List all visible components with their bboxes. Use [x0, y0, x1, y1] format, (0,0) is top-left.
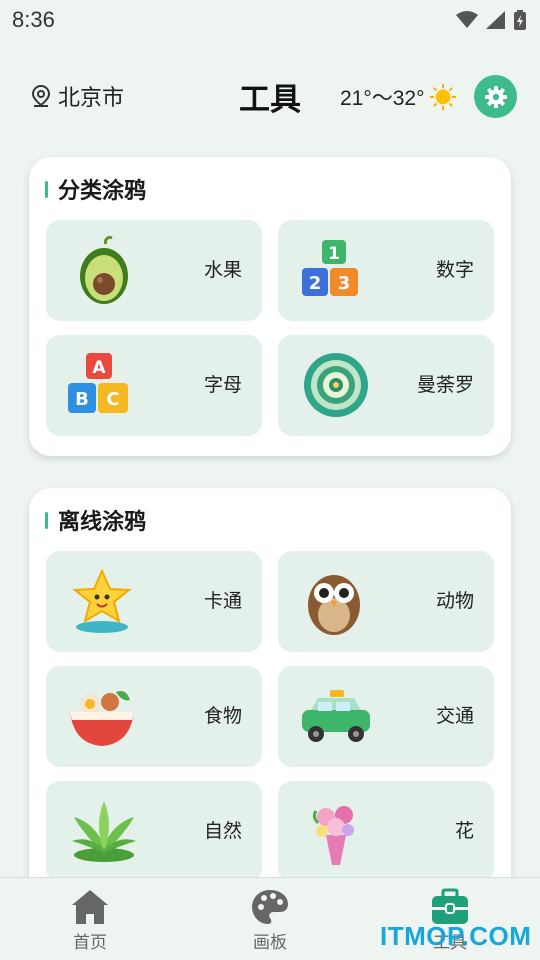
category-doodle-card: 分类涂鸦 水果 1 2 3 数字 A B C 字母 曼荼罗 [29, 157, 511, 456]
wifi-icon [456, 11, 478, 28]
nav-canvas[interactable]: 画板 [210, 878, 330, 960]
header: 北京市 工具 21°～32° [0, 70, 540, 124]
tile-animals[interactable]: 动物 [278, 551, 494, 652]
tile-fruit[interactable]: 水果 [46, 220, 262, 321]
tile-label: 自然 [203, 820, 242, 842]
sun-icon [429, 84, 456, 110]
settings-button[interactable] [474, 75, 517, 118]
avocado-icon [80, 236, 128, 304]
accent-bar [45, 180, 48, 198]
food-bowl-icon [70, 691, 134, 746]
location-pin-icon [31, 84, 51, 107]
watermark: ITMOP.COM [380, 921, 532, 951]
location-text: 北京市 [58, 86, 125, 111]
tile-label: 交通 [435, 705, 474, 727]
section-title: 分类涂鸦 [45, 173, 146, 205]
svg-text:A: A [92, 358, 106, 378]
tile-flowers[interactable]: 花 [278, 781, 494, 882]
tile-label: 字母 [203, 374, 242, 396]
section-title-text: 离线涂鸦 [58, 510, 147, 535]
taxi-icon [302, 690, 370, 742]
tile-nature[interactable]: 自然 [46, 781, 262, 882]
svg-text:C: C [106, 389, 119, 410]
status-icons [456, 10, 526, 30]
tile-transport[interactable]: 交通 [278, 666, 494, 767]
accent-bar [45, 511, 48, 529]
section-title-text: 分类涂鸦 [58, 179, 147, 204]
status-bar: 8:36 [0, 0, 540, 40]
number-blocks-icon: 1 2 3 [302, 240, 358, 296]
tile-mandala[interactable]: 曼荼罗 [278, 335, 494, 436]
weather-display: 21°～32° [340, 82, 457, 112]
tile-label: 水果 [203, 259, 242, 281]
tile-food[interactable]: 食物 [46, 666, 262, 767]
mandala-icon [304, 353, 368, 417]
plant-icon [72, 801, 136, 862]
tile-label: 数字 [435, 259, 474, 281]
home-icon [72, 890, 108, 924]
tile-label: 食物 [203, 705, 242, 727]
signal-icon [486, 11, 505, 29]
owl-icon [308, 575, 360, 635]
tile-letters[interactable]: A B C 字母 [46, 335, 262, 436]
tile-label: 卡通 [203, 590, 242, 612]
gear-icon [484, 85, 507, 108]
palette-icon [252, 890, 288, 924]
nav-label: 画板 [253, 933, 287, 953]
flower-bouquet-icon [312, 806, 354, 865]
nav-label: 首页 [73, 933, 107, 953]
tile-label: 花 [454, 820, 474, 842]
offline-doodle-card: 离线涂鸦 卡通 动物 食物 交通 自然 花 [29, 488, 511, 908]
temperature-range: 21°～32° [340, 87, 425, 110]
section-title: 离线涂鸦 [45, 504, 146, 536]
battery-icon [514, 10, 526, 30]
tile-label: 动物 [435, 590, 474, 612]
svg-text:1: 1 [328, 244, 340, 264]
tile-cartoon[interactable]: 卡通 [46, 551, 262, 652]
tile-label: 曼荼罗 [416, 374, 474, 396]
status-time: 8:36 [12, 7, 55, 32]
tile-numbers[interactable]: 1 2 3 数字 [278, 220, 494, 321]
nav-home[interactable]: 首页 [30, 878, 150, 960]
svg-text:2: 2 [309, 273, 322, 294]
svg-text:B: B [75, 389, 89, 410]
letter-blocks-icon: A B C [68, 353, 128, 413]
star-cartoon-icon [72, 568, 132, 633]
svg-text:3: 3 [338, 273, 351, 294]
location-selector[interactable]: 北京市 [30, 80, 124, 112]
